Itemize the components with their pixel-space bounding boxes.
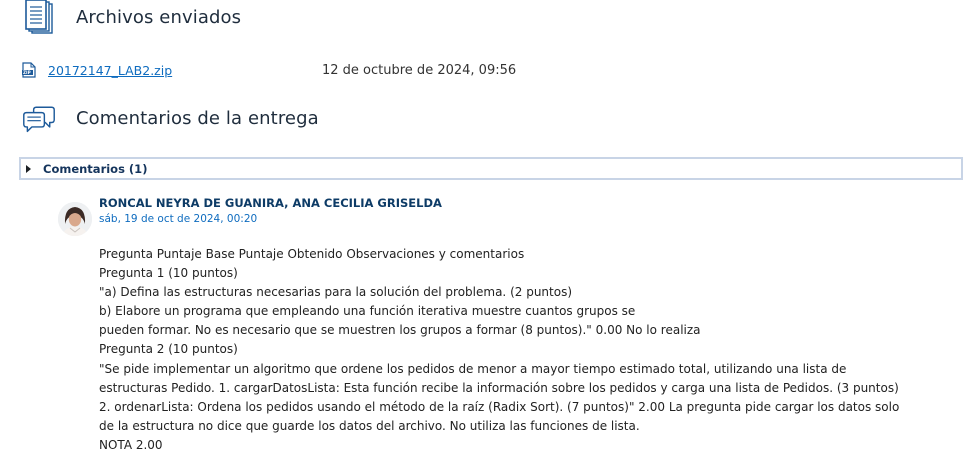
file-submitted-date: 12 de octubre de 2024, 09:56 — [322, 62, 517, 78]
comment-line: pueden formar. No es necesario que se mu… — [99, 323, 701, 338]
zip-file-icon: ZIP — [22, 62, 36, 78]
comment-line: "Se pide implementar un algoritmo que or… — [99, 361, 847, 376]
comment-line: 2. ordenarLista: Ordena los pedidos usan… — [99, 399, 900, 414]
avatar — [58, 202, 92, 236]
comment-timestamp: sáb, 19 de oct de 2024, 00:20 — [99, 213, 258, 225]
comments-panel: Comentarios (1) — [19, 157, 963, 180]
comment-line: estructuras Pedido. 1. cargarDatosLista:… — [99, 380, 899, 395]
feedback-heading: Comentarios de la entrega — [76, 107, 319, 129]
comment-line: Pregunta 2 (10 puntos) — [99, 342, 238, 357]
comment-line: de la estructura no dice que guarde los … — [99, 418, 640, 433]
document-stack-icon — [22, 0, 56, 34]
chat-bubbles-icon — [22, 101, 56, 135]
file-download-link[interactable]: 20172147_LAB2.zip — [48, 63, 172, 78]
comment-line: NOTA 2.00 — [99, 437, 163, 452]
submitted-files-heading: Archivos enviados — [76, 6, 242, 28]
submission-status-page: Archivos enviados ZIP 20172147_LAB2.zip … — [0, 0, 976, 466]
comment-line: "a) Defina las estructuras necesarias pa… — [99, 285, 573, 300]
comment-line: Pregunta Puntaje Base Puntaje Obtenido O… — [99, 247, 525, 261]
comments-toggle[interactable]: Comentarios (1) — [26, 162, 147, 176]
caret-right-icon — [26, 164, 31, 173]
comment-body: Pregunta Puntaje Base Puntaje Obtenido O… — [99, 245, 959, 455]
comments-toggle-label: Comentarios (1) — [43, 161, 148, 176]
feedback-header: Comentarios de la entrega — [22, 101, 319, 135]
file-row: ZIP 20172147_LAB2.zip 12 de octubre de 2… — [22, 60, 976, 80]
comment-line: Pregunta 1 (10 puntos) — [99, 266, 238, 281]
comment-author[interactable]: RONCAL NEYRA DE GUANIRA, ANA CECILIA GRI… — [99, 196, 442, 210]
svg-text:ZIP: ZIP — [23, 70, 31, 75]
submitted-files-header: Archivos enviados — [22, 0, 241, 34]
comment-line: b) Elabore un programa que empleando una… — [99, 304, 636, 319]
